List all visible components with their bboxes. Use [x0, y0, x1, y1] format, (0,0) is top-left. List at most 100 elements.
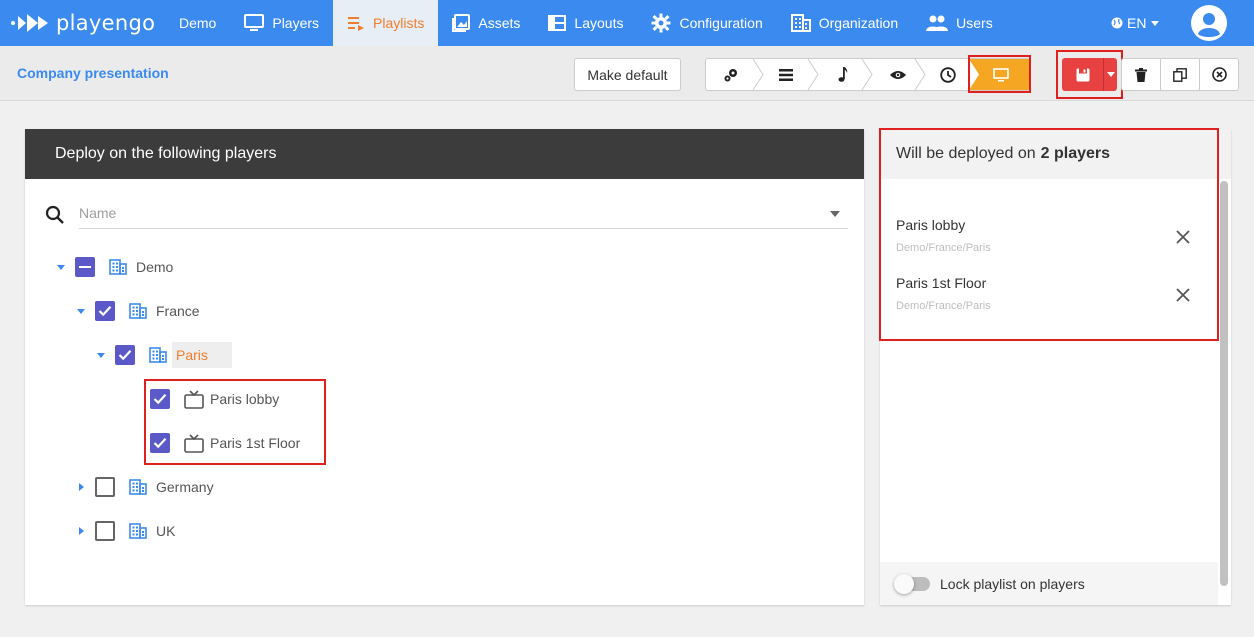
collapse-toggle[interactable] [53, 259, 69, 275]
collapse-toggle[interactable] [73, 303, 89, 319]
account-avatar-icon[interactable] [1191, 5, 1227, 41]
step-separator [914, 59, 926, 90]
building-icon [149, 347, 167, 363]
caret-down-icon [97, 352, 105, 358]
building-icon [790, 14, 811, 32]
deployed-player-name: Paris 1st Floor [896, 275, 987, 291]
check-icon [98, 306, 112, 317]
toggle-knob [894, 573, 914, 594]
nav-configuration-label: Configuration [679, 15, 763, 31]
checkbox-paris[interactable] [115, 345, 135, 365]
checkbox-germany[interactable] [95, 477, 115, 497]
chevron-down-icon [1106, 72, 1115, 77]
save-button-group [1062, 58, 1117, 91]
nav-layouts[interactable]: Layouts [534, 0, 637, 46]
building-icon [129, 479, 147, 495]
playengo-logo[interactable]: playengo [0, 0, 165, 46]
building-icon [129, 523, 147, 539]
step-settings[interactable] [706, 59, 756, 90]
summary-player-count: 2 players [1040, 145, 1111, 162]
tree-label: Paris lobby [210, 391, 280, 407]
language-selector[interactable]: EN [1111, 0, 1160, 46]
search-icon [45, 205, 64, 224]
nav-organization[interactable]: Organization [777, 0, 912, 46]
tv-icon [184, 433, 204, 453]
player-search [45, 201, 848, 229]
lock-playlist-label: Lock playlist on players [940, 575, 1085, 592]
delete-button[interactable] [1122, 59, 1161, 90]
lock-playlist-toggle[interactable] [894, 573, 930, 594]
nav-assets[interactable]: Assets [438, 0, 534, 46]
nav-layouts-label: Layouts [574, 15, 624, 31]
building-icon [109, 259, 127, 275]
step-separator [861, 59, 873, 90]
summary-header-prefix: Will be deployed on [896, 145, 1036, 162]
remove-player-icon[interactable] [1175, 287, 1191, 303]
summary-scrollbar[interactable] [1220, 181, 1228, 586]
building-icon [129, 303, 147, 319]
checkbox-demo[interactable] [75, 257, 95, 277]
remove-player-icon[interactable] [1175, 229, 1191, 245]
deployed-player-path: Demo/France/Paris [896, 242, 991, 254]
make-default-button[interactable]: Make default [574, 58, 681, 91]
floppy-disk-icon [1076, 68, 1089, 81]
playlist-steps [705, 58, 1031, 91]
nav-players[interactable]: Players [230, 0, 333, 46]
duplicate-button[interactable] [1161, 59, 1200, 90]
deployed-player-item: Paris lobby Demo/France/Paris [896, 217, 1196, 254]
nav-users[interactable]: Users [912, 0, 1007, 46]
nav-playlists-label: Playlists [373, 15, 425, 31]
chevron-down-icon [1151, 20, 1160, 26]
caret-down-icon [57, 264, 65, 270]
tree-node-france[interactable]: France [73, 297, 200, 325]
tree-node-demo[interactable]: Demo [53, 253, 173, 281]
check-icon [153, 394, 167, 405]
player-name-search-input[interactable] [79, 201, 848, 229]
copy-icon [1173, 67, 1187, 82]
tree-label: UK [156, 523, 176, 539]
lock-playlist-row: Lock playlist on players [880, 562, 1218, 605]
nav-organization-label: Organization [818, 15, 899, 31]
users-icon [926, 15, 949, 31]
collapse-toggle[interactable] [93, 347, 109, 363]
close-button[interactable] [1200, 59, 1238, 90]
deploy-players-card: Deploy on the following players Demo Fra… [25, 129, 864, 605]
tree-label: France [156, 303, 200, 319]
monitor-icon [992, 67, 1009, 81]
tree-node-uk[interactable]: UK [73, 517, 175, 545]
tv-icon [184, 389, 204, 409]
list-icon [778, 68, 793, 81]
save-button[interactable] [1062, 58, 1103, 91]
tree-node-paris[interactable]: Paris [93, 341, 232, 369]
nav-demo[interactable]: Demo [165, 0, 230, 46]
nav-users-label: Users [956, 15, 993, 31]
caret-right-icon [78, 527, 84, 535]
tree-node-germany[interactable]: Germany [73, 473, 214, 501]
deployment-summary-header: Will be deployed on 2 players [880, 129, 1231, 179]
page-title: Company presentation [17, 65, 169, 81]
nav-configuration[interactable]: Configuration [637, 0, 776, 46]
step-schedule[interactable] [923, 59, 973, 90]
tree-node-paris-1st-floor[interactable]: Paris 1st Floor [150, 429, 300, 457]
chevron-down-icon[interactable] [830, 211, 840, 217]
step-separator [752, 59, 764, 90]
tree-node-paris-lobby[interactable]: Paris lobby [150, 385, 279, 413]
globe-icon [1111, 17, 1123, 29]
caret-right-icon [78, 483, 84, 491]
step-list[interactable] [758, 59, 813, 90]
expand-toggle[interactable] [73, 479, 89, 495]
checkbox-paris-1st-floor[interactable] [150, 433, 170, 453]
tree-label-selected[interactable]: Paris [172, 342, 232, 368]
checkbox-france[interactable] [95, 301, 115, 321]
checkbox-paris-lobby[interactable] [150, 389, 170, 409]
save-options-dropdown[interactable] [1103, 58, 1117, 91]
nav-playlists[interactable]: Playlists [333, 0, 439, 46]
monitor-icon [244, 14, 265, 31]
check-icon [153, 438, 167, 449]
checkbox-uk[interactable] [95, 521, 115, 541]
expand-toggle[interactable] [73, 523, 89, 539]
close-circle-icon [1211, 67, 1227, 82]
tree-label: Paris 1st Floor [210, 435, 301, 451]
logo-text: playengo [56, 11, 156, 35]
music-note-icon [838, 66, 847, 82]
